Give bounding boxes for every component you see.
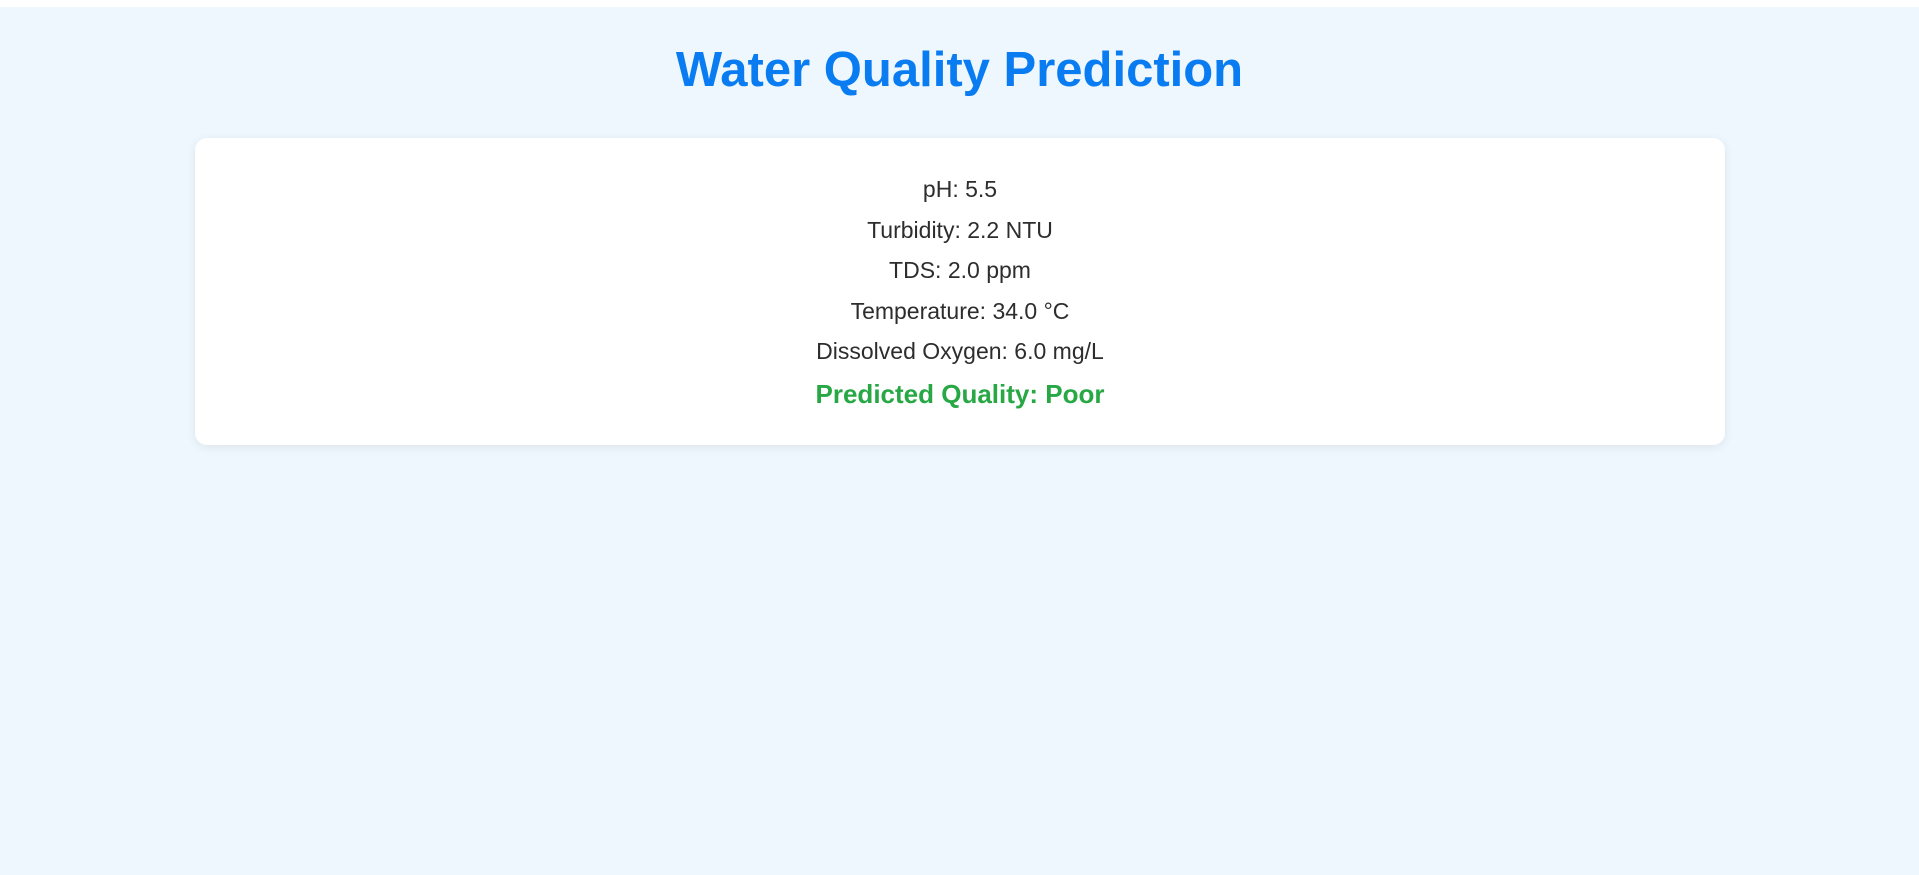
result-card: pH: 5.5 Turbidity: 2.2 NTU TDS: 2.0 ppm … [195,138,1725,445]
reading-turbidity: Turbidity: 2.2 NTU [867,216,1053,243]
page-title: Water Quality Prediction [675,43,1244,97]
reading-temperature: Temperature: 34.0 °C [850,297,1070,324]
reading-ph: pH: 5.5 [922,176,998,202]
top-strip [0,0,1919,7]
reading-dissolved-oxygen: Dissolved Oxygen: 6.0 mg/L [816,338,1104,364]
predicted-quality: Predicted Quality: Poor [815,378,1105,409]
reading-tds: TDS: 2.0 ppm [889,257,1031,283]
